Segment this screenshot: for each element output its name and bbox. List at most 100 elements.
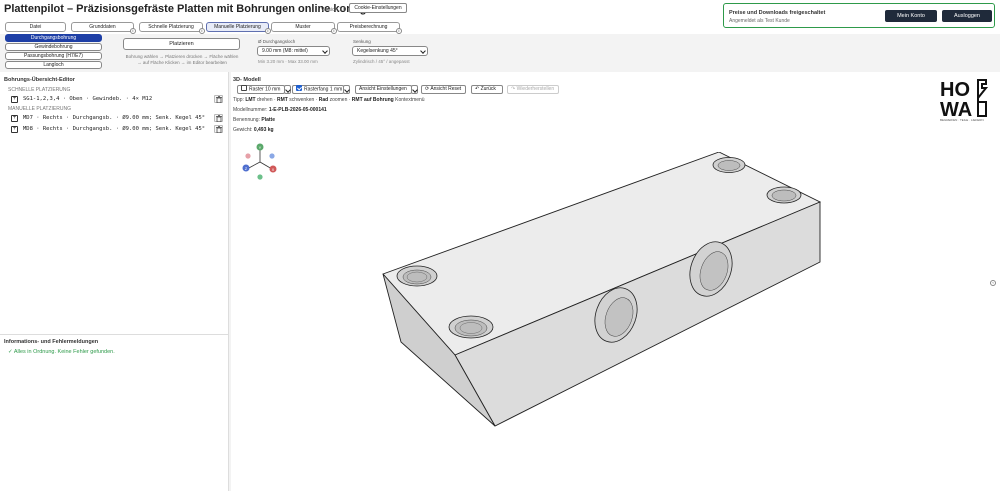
- editor-title: Bohrungs-Übersicht-Editor: [4, 77, 75, 83]
- tab-label: Schnelle Platzierung: [148, 24, 194, 30]
- axis-label: Y: [259, 145, 262, 150]
- tab-label: Muster: [295, 24, 311, 30]
- tab-label: Preisberechnung: [349, 24, 388, 30]
- model-viewer-panel: 3D- Modell Raster 10 mm Rasterfang 1 mm …: [231, 72, 1000, 491]
- divider: [0, 334, 229, 335]
- manual-placement-label: MANUELLE PLATZIERUNG: [8, 106, 71, 112]
- bore-type-langloch[interactable]: Langloch: [5, 61, 102, 69]
- snap-label: Rasterfang 1 mm: [304, 86, 343, 93]
- trash-icon[interactable]: [214, 114, 223, 122]
- diameter-select[interactable]: 9.00 mm (M8: mittel): [257, 46, 330, 56]
- bore-editor-panel: Bohrungs-Übersicht-Editor SCHNELLE PLATZ…: [0, 72, 229, 491]
- list-item[interactable]: + MD7 · Rechts · Durchgangsb. · Ø9.00 mm…: [11, 114, 223, 123]
- countersink-hint: Zylindrisch / 45° / angepasst: [353, 59, 410, 64]
- expand-icon[interactable]: +: [11, 126, 18, 133]
- tab-schnelle-platzierung[interactable]: Schnelle Platzierung i: [139, 22, 205, 34]
- list-item[interactable]: + MD8 · Rechts · Durchgangsb. · Ø9.00 mm…: [11, 125, 223, 134]
- grid-toggle[interactable]: Raster 10 mm: [237, 85, 285, 94]
- tab-manuelle-platzierung[interactable]: Manuelle Platzierung i: [206, 22, 271, 34]
- collapse-panel-icon[interactable]: ‹: [990, 280, 996, 286]
- checkbox-checked-icon[interactable]: [296, 85, 302, 91]
- redo-button[interactable]: ↷ Wiederherstellen: [507, 85, 559, 94]
- tip-text: Tipp:: [233, 97, 244, 103]
- tab-muster[interactable]: Muster i: [271, 22, 337, 34]
- svg-text:HO: HO: [940, 79, 970, 101]
- countersink-value: Kegelsenkung 45°: [357, 48, 398, 54]
- chevron-down-icon: [322, 48, 328, 54]
- axis-gizmo[interactable]: Y Z X: [239, 142, 281, 182]
- tab-label: Manuelle Platzierung: [214, 24, 261, 30]
- diameter-label: Ø Durchgangsloch: [258, 39, 296, 44]
- tip-text: drehen ·: [257, 97, 276, 103]
- diameter-hint: Min 3.20 mm · Max 33.00 mm: [258, 59, 318, 64]
- placement-toolbar: Durchgangsbohrung Gewindebohrung Passung…: [0, 34, 1000, 70]
- axis-label: X: [272, 167, 275, 172]
- expand-icon[interactable]: +: [11, 96, 18, 103]
- tab-label: Grunddaten: [89, 24, 116, 30]
- trash-icon[interactable]: [214, 125, 223, 133]
- place-hint: Bohrung wählen → Platzieren drücken → Fl…: [125, 54, 239, 59]
- my-account-button[interactable]: Mein Konto: [885, 10, 937, 22]
- model-number-label: Modellnummer:: [233, 107, 268, 113]
- notice-subtitle: Angemeldet als Test Kunde: [729, 18, 790, 24]
- grid-dropdown[interactable]: [284, 85, 291, 94]
- bore-type-passungsbohrung[interactable]: Passungsbohrung (H7/E7): [5, 52, 102, 60]
- model-number-value: 1-E-PLB-2026-05-000141: [268, 107, 327, 113]
- hole-icon[interactable]: [448, 315, 494, 339]
- tip-text: schwenken ·: [289, 97, 318, 103]
- tab-preisberechnung[interactable]: Preisberechnung i: [337, 22, 402, 34]
- part-name-label: Benennung:: [233, 117, 260, 123]
- diameter-value: 9.00 mm (M8: mittel): [262, 48, 308, 54]
- snap-dropdown[interactable]: [343, 85, 350, 94]
- hole-icon[interactable]: [766, 186, 802, 204]
- tab-label: Datei: [29, 24, 42, 30]
- undo-button[interactable]: ↶ Zurück: [471, 85, 503, 94]
- view-settings-dropdown[interactable]: [411, 85, 418, 94]
- expand-icon[interactable]: +: [11, 115, 18, 122]
- logout-button[interactable]: Ausloggen: [942, 10, 992, 22]
- version-label: Version 1.0: [321, 7, 347, 13]
- tab-datei[interactable]: Datei: [5, 22, 66, 32]
- status-ok-message: ✓ Alles in Ordnung. Keine Fehler gefunde…: [8, 349, 115, 355]
- plate-3d-model[interactable]: [371, 152, 831, 432]
- part-weight: Gewicht: 0,493 kg: [233, 127, 274, 133]
- cookie-settings-button[interactable]: Cookie-Einstellungen: [349, 3, 407, 13]
- company-logo: HO WA BEGREIFEN · TEILE · LIEFERN: [938, 76, 990, 126]
- weight-value: 0,493 kg: [253, 127, 274, 133]
- tip-text: Kontextmenü: [395, 97, 425, 103]
- part-name: Benennung: Platte: [233, 117, 275, 123]
- login-notice: Preise und Downloads freigeschaltet Ange…: [723, 3, 995, 28]
- reset-view-label: Ansicht Reset: [430, 86, 462, 92]
- undo-label: Zurück: [480, 86, 496, 92]
- snap-toggle[interactable]: Rasterfang 1 mm: [292, 85, 344, 94]
- hole-icon[interactable]: [712, 157, 746, 173]
- tip-key: Rad: [318, 97, 329, 103]
- viewer-title: 3D- Modell: [233, 77, 261, 83]
- hole-icon[interactable]: [396, 265, 438, 287]
- part-name-value: Platte: [261, 117, 275, 123]
- messages-title: Informations- und Fehlermeldungen: [4, 339, 99, 345]
- tip-text: zoomen ·: [329, 97, 351, 103]
- countersink-label: Senkung: [353, 39, 371, 44]
- app-header: Plattenpilot – Präzisionsgefräste Platte…: [0, 0, 1000, 34]
- view-settings-button[interactable]: Ansicht Einstellungen: [355, 85, 412, 94]
- tip-key: LMT: [245, 97, 256, 103]
- tip-key: RMT auf Bohrung: [351, 97, 394, 103]
- controls-tip: Tipp: LMT drehen · RMT schwenken · Rad z…: [233, 97, 425, 103]
- bore-entry-text: MD7 · Rechts · Durchgangsb. · Ø9.00 mm; …: [23, 115, 206, 121]
- tab-grunddaten[interactable]: Grunddaten i: [71, 22, 136, 34]
- bore-type-gewindebohrung[interactable]: Gewindebohrung: [5, 43, 102, 51]
- countersink-select[interactable]: Kegelsenkung 45°: [352, 46, 428, 56]
- list-item[interactable]: + SG1-1,2,3,4 · Oben · Gewindeb. · 4× M1…: [11, 95, 223, 104]
- checkbox-unchecked-icon[interactable]: [241, 85, 247, 91]
- notice-title: Preise und Downloads freigeschaltet: [729, 10, 826, 16]
- place-hint: → auf Fläche Klicken → im Editor bearbei…: [137, 60, 227, 65]
- quick-placement-label: SCHNELLE PLATZIERUNG: [8, 87, 71, 93]
- trash-icon[interactable]: [214, 95, 223, 103]
- chevron-down-icon: [420, 48, 426, 54]
- model-number: Modellnummer: 1-E-PLB-2026-05-000141: [233, 107, 327, 113]
- bore-type-durchgangsbohrung[interactable]: Durchgangsbohrung: [5, 34, 102, 42]
- bore-entry-text: MD8 · Rechts · Durchgangsb. · Ø9.00 mm; …: [23, 126, 206, 132]
- reset-view-button[interactable]: ⟳ Ansicht Reset: [421, 85, 466, 94]
- place-button[interactable]: Platzieren: [123, 38, 240, 50]
